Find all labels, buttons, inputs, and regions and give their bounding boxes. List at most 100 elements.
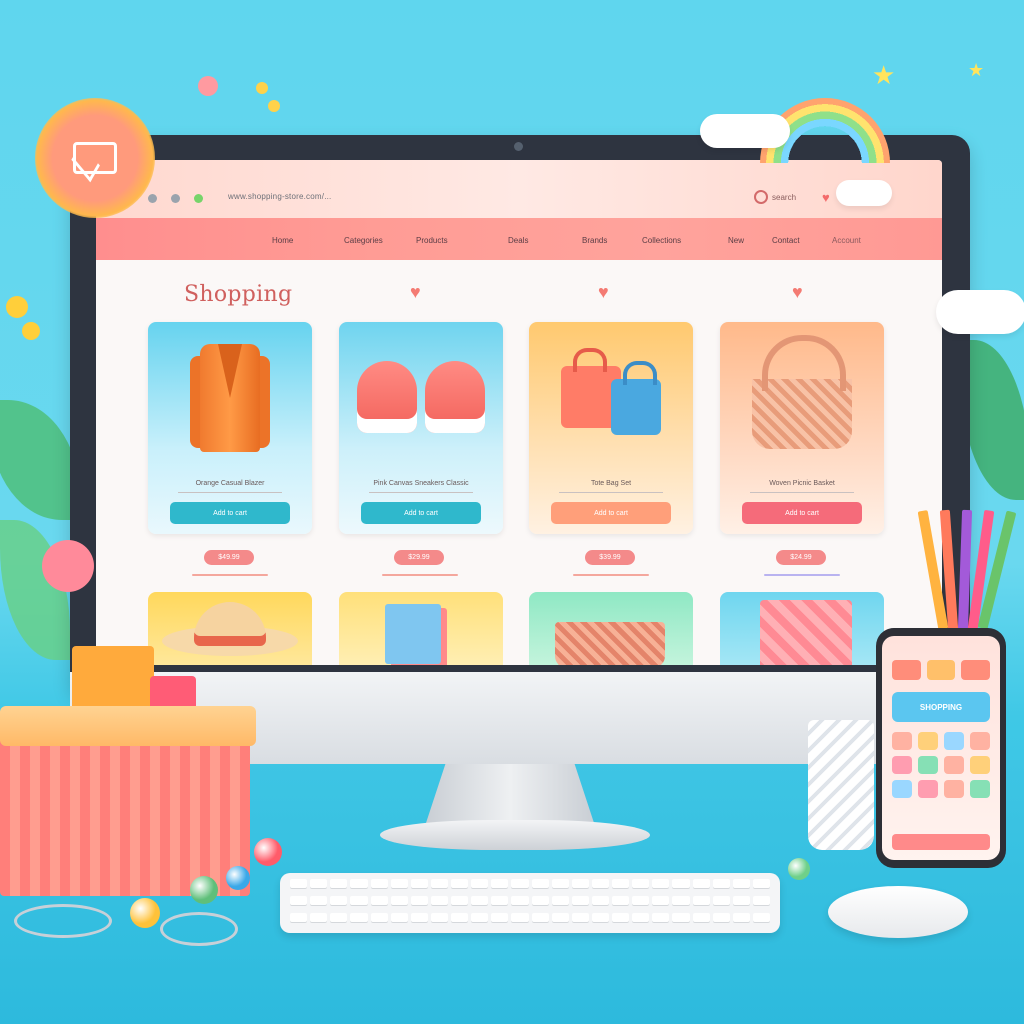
- bead-decor: [254, 838, 282, 866]
- page-title: Shopping: [184, 282, 293, 307]
- bead-decor: [256, 82, 268, 94]
- nav-item-contact[interactable]: Contact: [772, 236, 800, 245]
- price-tag: $29.99: [394, 550, 444, 565]
- bead-decor: [788, 858, 810, 880]
- product-card[interactable]: Pink Canvas Sneakers Classic Add to cart: [339, 322, 503, 534]
- product-name: Woven Picnic Basket: [769, 480, 835, 487]
- product-card-basket[interactable]: [529, 592, 693, 665]
- heart-icon: ♥: [598, 282, 609, 302]
- bead-decor: [130, 898, 160, 928]
- keyboard[interactable]: [280, 873, 780, 933]
- nav-item-deals[interactable]: Deals: [508, 236, 528, 245]
- add-to-cart-button[interactable]: Add to cart: [361, 502, 481, 524]
- product-card-notebook[interactable]: [339, 592, 503, 665]
- cloud-decor: [700, 114, 790, 148]
- product-name: Tote Bag Set: [590, 480, 632, 487]
- app-icon[interactable]: [970, 732, 990, 750]
- app-icon[interactable]: [918, 756, 938, 774]
- forward-icon[interactable]: [171, 194, 180, 203]
- add-to-cart-button[interactable]: Add to cart: [551, 502, 671, 524]
- mouse[interactable]: [828, 886, 968, 938]
- product-name: Orange Casual Blazer: [195, 480, 265, 487]
- browser-screen: www.shopping-store.com/... search ♥ Home…: [96, 160, 942, 665]
- basket-icon: [555, 622, 665, 665]
- app-icon[interactable]: [918, 732, 938, 750]
- mail-badge[interactable]: [35, 98, 155, 218]
- search-icon[interactable]: [754, 190, 768, 204]
- bead-decor: [268, 100, 280, 112]
- nav-item-new[interactable]: New: [728, 236, 744, 245]
- bags-icon: [529, 322, 693, 472]
- product-card[interactable]: Woven Picnic Basket Add to cart: [720, 322, 884, 534]
- favorites-heart-icon[interactable]: ♥: [822, 190, 830, 205]
- add-to-cart-button[interactable]: Add to cart: [742, 502, 862, 524]
- bead-decor: [190, 876, 218, 904]
- sneakers-icon: [339, 322, 503, 472]
- product-card-hat[interactable]: [148, 592, 312, 665]
- browser-chrome: www.shopping-store.com/... search ♥: [96, 160, 942, 218]
- app-icon[interactable]: [918, 780, 938, 798]
- app-icon[interactable]: [892, 732, 912, 750]
- gift-box-icon: [760, 600, 852, 665]
- main-nav: Home Categories Products Deals Brands Co…: [96, 218, 942, 260]
- jacket-icon: [148, 322, 312, 472]
- cloud-decor: [936, 290, 1024, 334]
- divider: [559, 492, 663, 493]
- hat-crown: [194, 602, 266, 646]
- nav-item-home[interactable]: Home: [272, 236, 293, 245]
- divider: [750, 492, 854, 493]
- search-label[interactable]: search: [772, 193, 796, 202]
- divider: [369, 492, 473, 493]
- address-bar[interactable]: www.shopping-store.com/...: [228, 192, 331, 201]
- divider: [382, 574, 458, 576]
- app-icon[interactable]: [944, 780, 964, 798]
- app-icon[interactable]: [970, 780, 990, 798]
- ring-decor: [14, 904, 112, 938]
- divider: [764, 574, 840, 576]
- phone-top-row: [892, 660, 991, 680]
- star-icon: ★: [872, 60, 896, 90]
- phone-banner[interactable]: SHOPPING: [892, 692, 990, 722]
- bead-decor: [226, 866, 250, 890]
- pencil-cup-decor: [917, 500, 1022, 631]
- notebook-icon: [385, 604, 441, 664]
- divider: [192, 574, 268, 576]
- app-icon[interactable]: [944, 756, 964, 774]
- monitor-stand: [425, 764, 595, 826]
- phone-app-grid: [892, 732, 990, 798]
- price-tag: $39.99: [585, 550, 635, 565]
- back-icon[interactable]: [148, 194, 157, 203]
- waste-bin-decor: [808, 720, 874, 850]
- app-icon[interactable]: [970, 756, 990, 774]
- heart-icon: ♥: [792, 282, 803, 302]
- flower-decor: [6, 296, 28, 318]
- nav-item-account[interactable]: Account: [832, 236, 861, 245]
- phone-bottom-bar: [892, 834, 990, 850]
- heart-icon: ♥: [410, 282, 421, 302]
- nav-item-brands[interactable]: Brands: [582, 236, 607, 245]
- nav-item-collections[interactable]: Collections: [642, 236, 681, 245]
- flower-decor: [42, 540, 94, 592]
- nav-item-products[interactable]: Products: [416, 236, 448, 245]
- monitor-base: [380, 820, 650, 850]
- window-controls: [148, 194, 203, 203]
- app-icon[interactable]: [944, 732, 964, 750]
- app-icon[interactable]: [892, 756, 912, 774]
- add-to-cart-button[interactable]: Add to cart: [170, 502, 290, 524]
- product-card-gift[interactable]: [720, 592, 884, 665]
- product-name: Pink Canvas Sneakers Classic: [373, 480, 469, 487]
- lock-icon: [194, 194, 203, 203]
- cloud-decor: [836, 180, 892, 206]
- app-icon[interactable]: [892, 780, 912, 798]
- nav-item-categories[interactable]: Categories: [344, 236, 383, 245]
- balloon-decor: [198, 76, 218, 96]
- product-card[interactable]: Tote Bag Set Add to cart: [529, 322, 693, 534]
- star-icon: ★: [968, 60, 985, 80]
- webcam-icon: [514, 142, 523, 151]
- leaf-decor: [0, 400, 80, 520]
- divider: [573, 574, 649, 576]
- product-card[interactable]: Orange Casual Blazer Add to cart: [148, 322, 312, 534]
- price-tag: $24.99: [776, 550, 826, 565]
- divider: [178, 492, 282, 493]
- phone-screen: SHOPPING: [882, 636, 1000, 860]
